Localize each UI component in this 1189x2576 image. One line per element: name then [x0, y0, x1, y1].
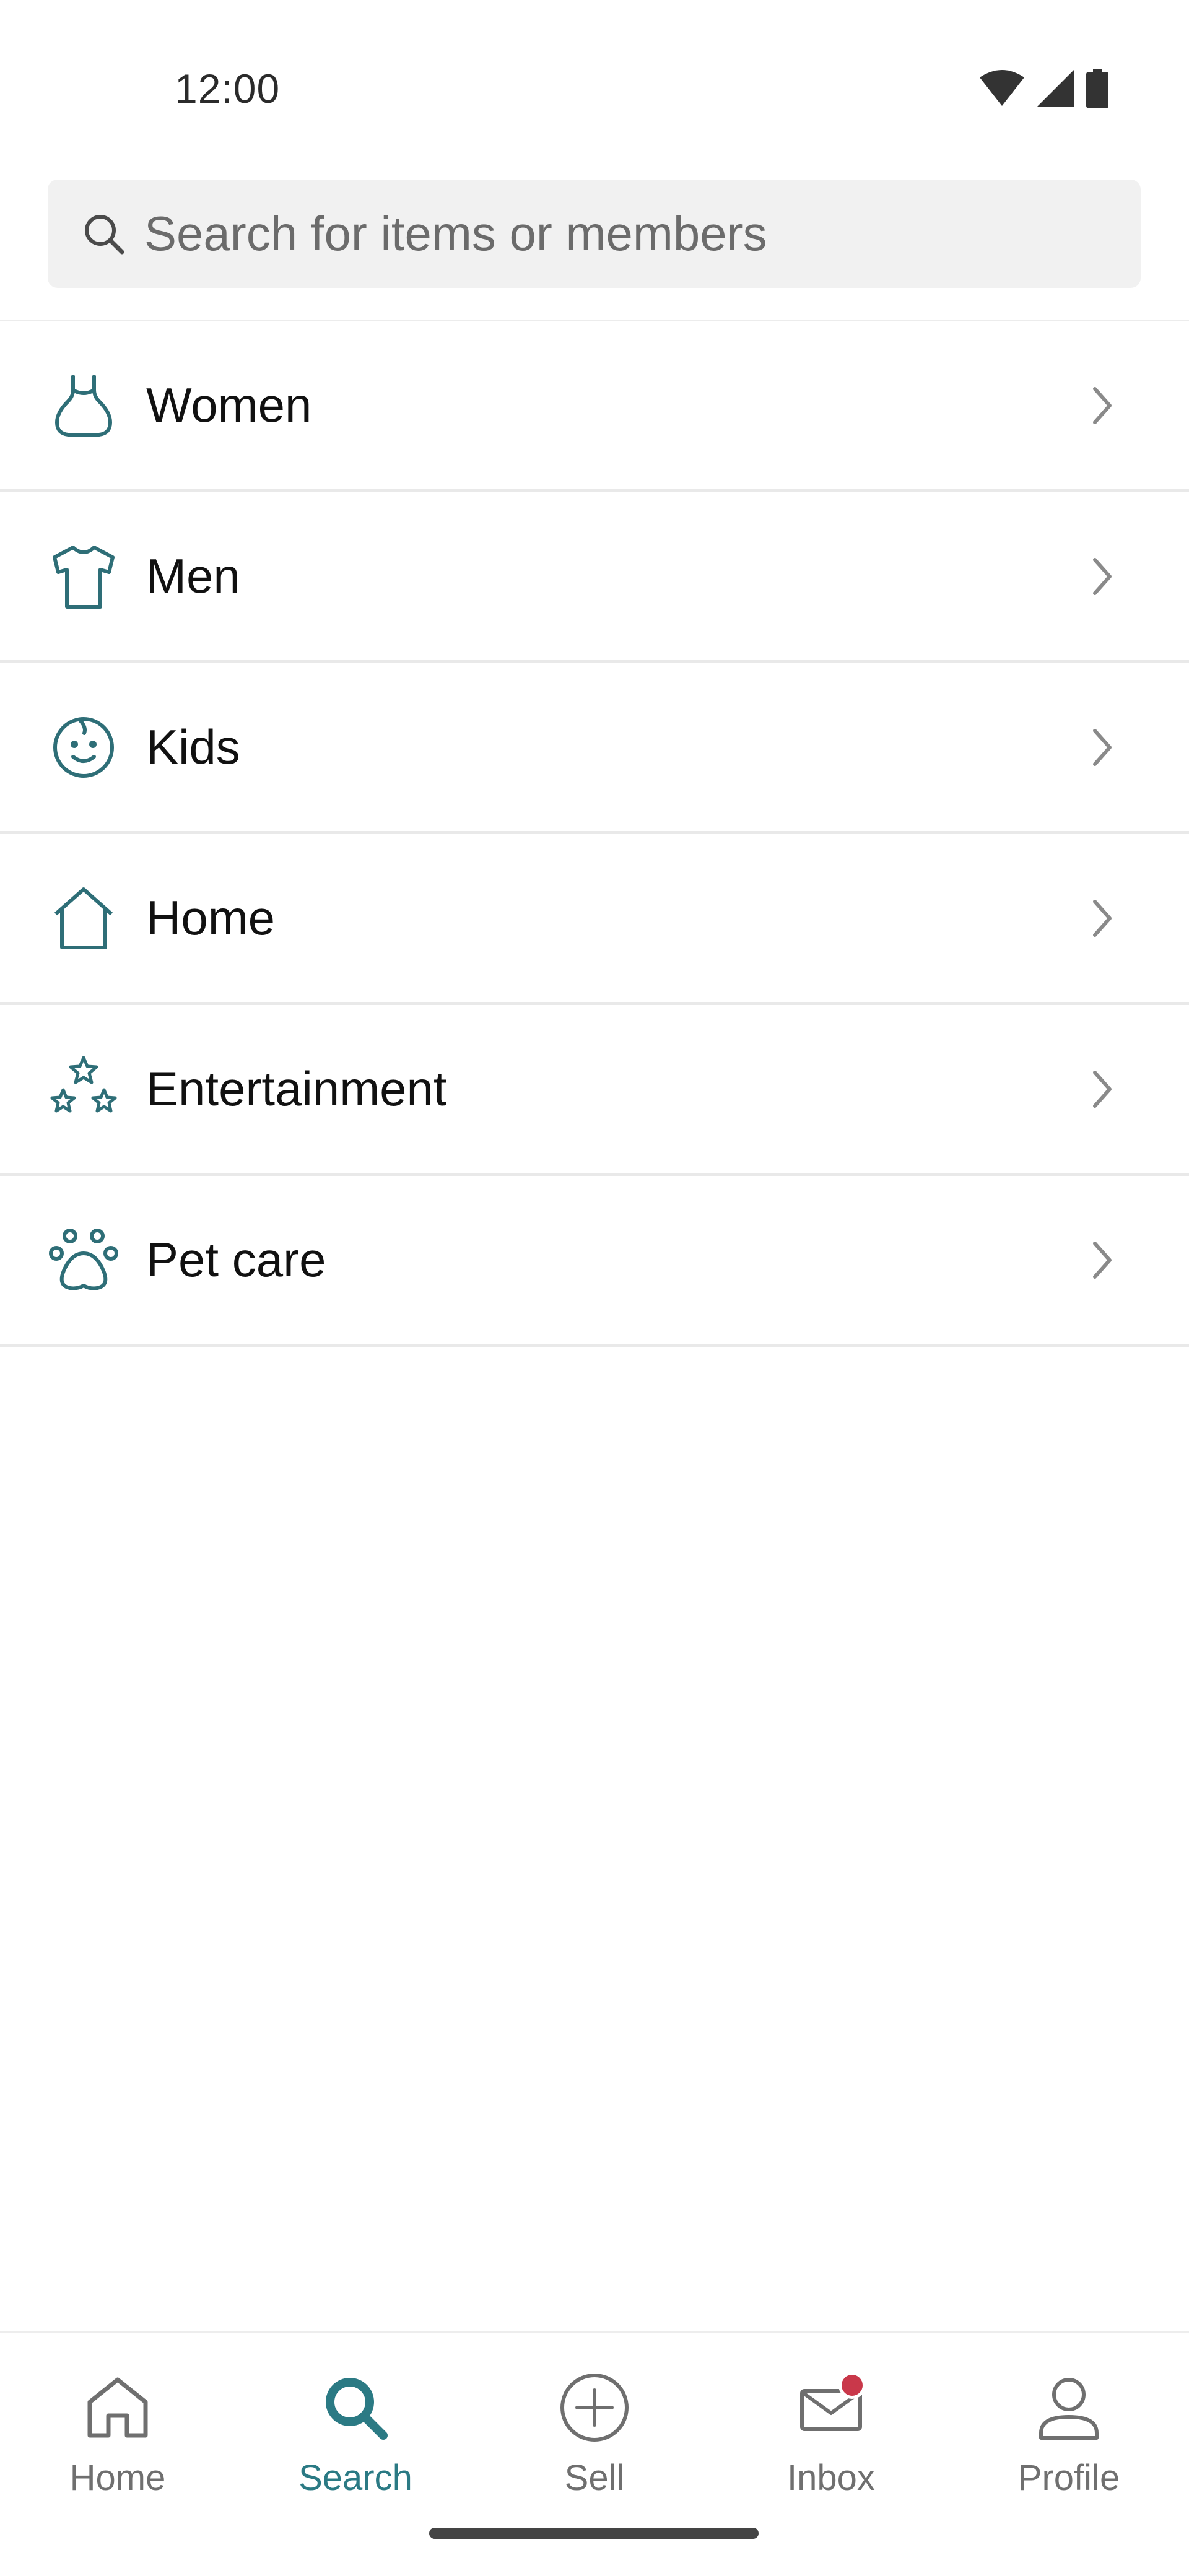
person-icon [1032, 2370, 1106, 2445]
chevron-right-icon [1084, 552, 1121, 601]
plus-circle-icon [557, 2370, 632, 2445]
chevron-right-icon [1084, 1235, 1121, 1285]
cellular-signal-icon [1037, 69, 1074, 110]
category-item-women[interactable]: Women [0, 321, 1189, 492]
chevron-right-icon [1084, 894, 1121, 943]
chevron-right-icon [1084, 723, 1121, 772]
category-item-home[interactable]: Home [0, 834, 1189, 1005]
category-list: Women Men Kids Home Entertainment Pet ca… [0, 321, 1189, 1347]
nav-label: Sell [564, 2458, 625, 2498]
status-bar: 12:00 [0, 0, 1189, 173]
nav-label: Inbox [787, 2458, 875, 2498]
nav-tab-home[interactable]: Home [25, 2370, 211, 2513]
paw-icon [46, 1223, 121, 1297]
notification-badge [838, 2372, 866, 2399]
category-item-pet-care[interactable]: Pet care [0, 1176, 1189, 1347]
category-label: Women [146, 378, 312, 432]
home-indicator[interactable] [429, 2528, 759, 2539]
category-label: Pet care [146, 1232, 326, 1287]
category-item-kids[interactable]: Kids [0, 663, 1189, 834]
search-icon [82, 212, 126, 256]
bottom-navigation: Home Search Sell Inbox Profile [0, 2331, 1189, 2576]
wifi-icon [980, 69, 1024, 110]
chevron-right-icon [1084, 381, 1121, 430]
nav-label: Search [298, 2458, 412, 2498]
house-icon [46, 881, 121, 955]
status-icons [980, 68, 1108, 111]
category-label: Kids [146, 720, 240, 774]
nav-tab-profile[interactable]: Profile [976, 2370, 1162, 2513]
battery-icon [1086, 68, 1108, 111]
status-time: 12:00 [175, 66, 281, 111]
category-label: Men [146, 549, 240, 603]
baby-face-icon [46, 710, 121, 785]
category-item-entertainment[interactable]: Entertainment [0, 1005, 1189, 1176]
stars-icon [46, 1052, 121, 1126]
home-icon [81, 2370, 155, 2445]
nav-tab-search[interactable]: Search [263, 2370, 448, 2513]
search-bar[interactable] [48, 180, 1141, 288]
category-item-men[interactable]: Men [0, 492, 1189, 663]
mail-icon [794, 2370, 868, 2445]
nav-label: Home [69, 2458, 166, 2498]
nav-tab-sell[interactable]: Sell [502, 2370, 687, 2513]
search-input[interactable] [143, 205, 1074, 263]
category-label: Entertainment [146, 1061, 447, 1116]
nav-label: Profile [1017, 2458, 1120, 2498]
dress-icon [46, 368, 121, 443]
tshirt-icon [46, 539, 121, 614]
search-icon [318, 2370, 393, 2445]
nav-tab-inbox[interactable]: Inbox [738, 2370, 924, 2513]
category-label: Home [146, 890, 276, 945]
chevron-right-icon [1084, 1064, 1121, 1114]
